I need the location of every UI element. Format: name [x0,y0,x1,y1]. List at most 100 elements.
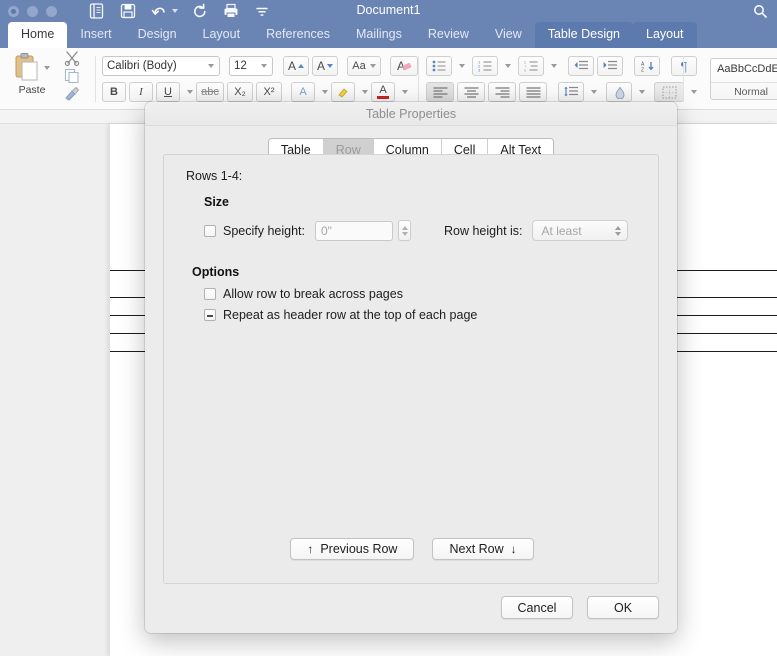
justify-button[interactable] [519,82,547,102]
font-size-combo[interactable]: 12 [229,56,273,76]
show-marks-button[interactable]: ¶ [671,56,697,76]
svg-text:1: 1 [524,69,526,72]
paste-caret-icon[interactable] [44,66,50,70]
allow-row-break-checkbox[interactable] [204,288,216,300]
numbering-caret-icon[interactable] [505,64,511,68]
superscript-button[interactable]: X² [256,82,282,102]
cancel-button[interactable]: Cancel [501,596,573,619]
arrow-down-icon: ↓ [510,542,517,556]
borders-button[interactable] [654,82,684,102]
multilevel-list-button[interactable]: 1 i 1 [518,56,544,76]
italic-button[interactable]: I [129,82,153,102]
paste-icon [15,53,38,81]
subscript-button[interactable]: X₂ [227,82,253,102]
underline-caret-icon[interactable] [187,90,193,94]
format-painter-button[interactable] [64,86,80,107]
strikethrough-button[interactable]: abc [196,82,224,102]
bullets-button[interactable] [426,56,452,76]
align-left-button[interactable] [426,82,454,102]
ribbon-group-styles: AaBbCcDdEe Normal [706,48,777,110]
sort-az-icon: A Z [641,61,653,73]
increase-indent-button[interactable] [597,56,623,76]
font-size-caret-icon[interactable] [261,64,267,68]
ribbon-tab-references[interactable]: References [253,22,343,48]
row-settings-panel: Rows 1-4: Size Specify height: 0" Row he… [163,154,659,584]
grow-font-button[interactable]: A [283,56,309,76]
style-gallery-item-normal[interactable]: AaBbCcDdEe Normal [710,58,777,100]
specify-height-checkbox[interactable] [204,224,216,237]
shrink-font-label: A [317,59,326,73]
row-height-input[interactable]: 0" [315,220,393,241]
bold-button[interactable]: B [102,82,126,102]
underline-button[interactable]: U [156,82,180,102]
previous-row-button[interactable]: ↑ Previous Row [290,538,415,560]
search-button[interactable] [749,2,771,20]
shading-caret-icon[interactable] [639,90,645,94]
popup-chevron-icon[interactable] [614,225,621,236]
clear-formatting-button[interactable]: A [390,56,418,76]
search-icon [754,5,767,18]
shading-button[interactable] [606,82,632,102]
ribbon-tab-mailings[interactable]: Mailings [343,22,415,48]
group-divider-1 [95,56,96,102]
align-center-button[interactable] [457,82,485,102]
line-spacing-caret-icon[interactable] [591,90,597,94]
ribbon-tab-design[interactable]: Design [125,22,190,48]
shrink-font-button[interactable]: A [312,56,338,76]
ribbon-tab-table-layout[interactable]: Layout [633,22,697,48]
ok-button[interactable]: OK [587,596,659,619]
font-family-combo[interactable]: Calibri (Body) [102,56,220,76]
repeat-header-row-label: Repeat as header row at the top of each … [223,308,478,322]
change-case-button[interactable]: Aa [347,56,381,76]
repeat-header-row-checkbox[interactable] [204,309,216,321]
font-color-button[interactable]: A [371,82,395,102]
options-section-heading: Options [192,265,240,279]
text-effects-button[interactable]: A [291,82,315,102]
ribbon-tab-insert[interactable]: Insert [67,22,124,48]
borders-caret-icon[interactable] [691,90,697,94]
style-preview-text: AaBbCcDdEe [717,63,777,75]
ribbon-tab-layout[interactable]: Layout [190,22,254,48]
shrink-font-arrow-icon [327,64,334,68]
allow-row-break-checkbox-row[interactable]: Allow row to break across pages [204,287,403,301]
row-height-stepper[interactable] [398,220,411,241]
ribbon-tab-table-design[interactable]: Table Design [534,22,633,48]
highlight-button[interactable] [331,82,355,102]
ribbon-tab-home[interactable]: Home [8,22,68,48]
increase-indent-icon [603,60,617,70]
align-left-icon [433,86,447,98]
multilevel-caret-icon[interactable] [551,64,557,68]
svg-text:3: 3 [478,68,481,72]
sort-button[interactable]: A Z [634,56,660,76]
row-height-is-label: Row height is: [444,223,523,238]
word-application-window: Document1 Home Insert Design Layout Refe… [0,0,777,656]
line-spacing-button[interactable] [558,82,584,102]
font-color-caret-icon[interactable] [402,90,408,94]
stepper-up-icon[interactable] [401,225,408,230]
paintbrush-icon [65,86,80,101]
paste-button[interactable] [12,52,50,87]
text-effects-caret-icon[interactable] [322,90,328,94]
highlight-caret-icon[interactable] [362,90,368,94]
change-case-caret-icon[interactable] [369,64,376,68]
font-color-label: A [379,84,387,96]
next-row-label: Next Row [449,542,504,556]
specify-height-row: Specify height: 0" [204,220,411,241]
align-right-button[interactable] [488,82,516,102]
row-height-is-row: Row height is: At least [444,220,628,241]
stepper-down-icon[interactable] [401,231,408,236]
repeat-header-row-checkbox-row[interactable]: Repeat as header row at the top of each … [204,308,477,322]
row-height-is-select[interactable]: At least [531,220,628,241]
rows-range-label: Rows 1-4: [186,169,243,183]
next-row-button[interactable]: Next Row ↓ [432,538,534,560]
specify-height-checkbox-row[interactable]: Specify height: [204,224,305,238]
grow-font-arrow-icon [298,64,305,68]
justify-icon [526,86,540,98]
bullet-list-icon [432,60,446,72]
decrease-indent-button[interactable] [568,56,594,76]
numbering-button[interactable]: 1 2 3 [472,56,498,76]
ribbon-tab-view[interactable]: View [482,22,535,48]
bullets-caret-icon[interactable] [459,64,465,68]
ribbon-tab-review[interactable]: Review [415,22,482,48]
font-family-caret-icon[interactable] [208,64,214,68]
